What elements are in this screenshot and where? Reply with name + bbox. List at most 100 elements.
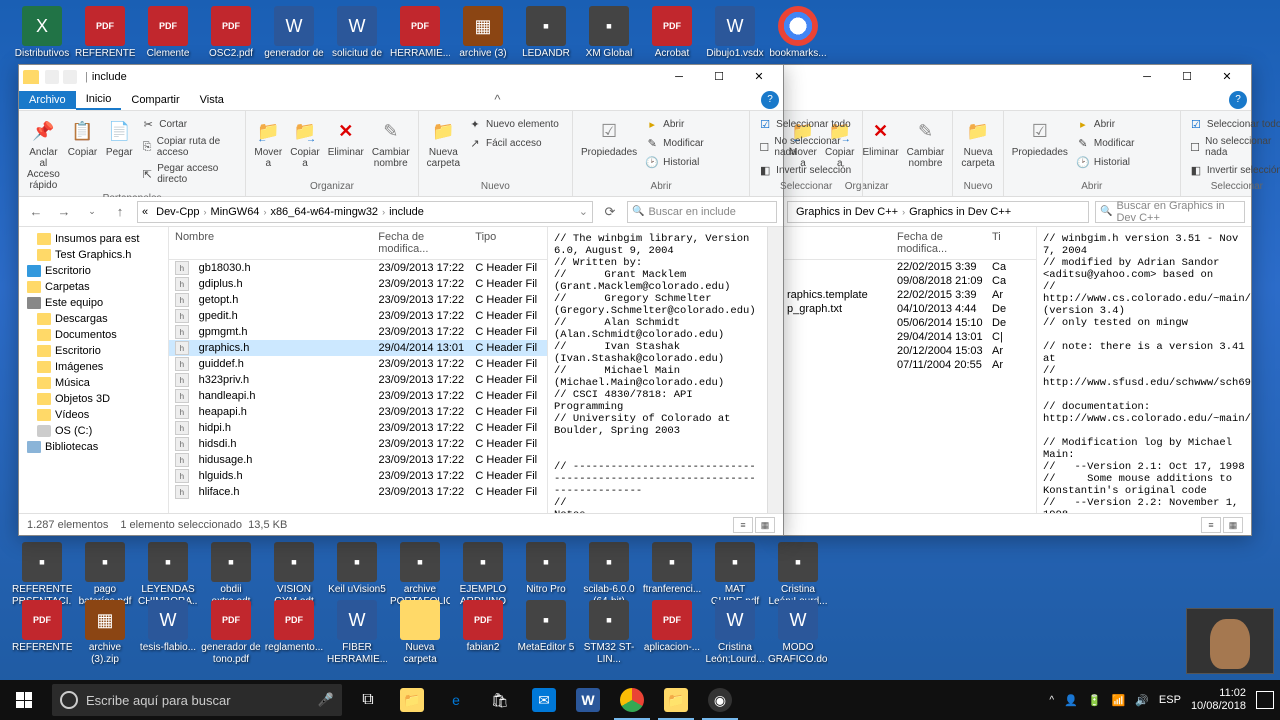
nav-item[interactable]: Descargas — [19, 311, 168, 327]
column-date[interactable]: Fecha de modifica... — [372, 227, 469, 259]
file-row[interactable]: gpedit.h23/09/2013 17:22C Header Fil — [169, 308, 547, 324]
forward-button[interactable]: → — [53, 201, 75, 223]
language-indicator[interactable]: ESP — [1159, 694, 1181, 706]
desktop-icon[interactable]: ▪scilab-6.0.0 (64-bit) — [579, 542, 639, 608]
desktop-icon[interactable]: bookmarks... — [768, 6, 828, 60]
desktop-icon[interactable]: Wtesis-flabio... — [138, 600, 198, 654]
select-none-button[interactable]: ☐No seleccionar nada — [756, 134, 856, 160]
properties-button[interactable]: ☑Propiedades — [579, 115, 639, 160]
navigation-pane[interactable]: Insumos para estTest Graphics.hEscritori… — [19, 227, 169, 513]
nav-item[interactable]: Escritorio — [19, 343, 168, 359]
file-row[interactable]: hidsdi.h23/09/2013 17:22C Header Fil — [169, 436, 547, 452]
desktop-icon[interactable]: WDibujo1.vsdx — [705, 6, 765, 60]
nav-item[interactable]: Este equipo — [19, 295, 168, 311]
desktop-icon[interactable]: PDFaplicacion-... — [642, 600, 702, 654]
file-row[interactable]: 29/04/2014 13:01C| — [781, 330, 1036, 344]
invert-selection-button[interactable]: ◧Invertir selección — [1187, 161, 1280, 179]
titlebar[interactable]: ─ ☐ ✕ — [781, 65, 1251, 89]
minimize-button[interactable]: ─ — [659, 65, 699, 89]
desktop-icon[interactable]: Nueva carpeta — [390, 600, 450, 666]
desktop-icon[interactable]: PDFClemente — [138, 6, 198, 60]
desktop-icon[interactable]: PDFAcrobat — [642, 6, 702, 60]
desktop-icon[interactable]: PDFREFERENTE — [75, 6, 135, 60]
copy-to-button[interactable]: 📁Copiar a — [288, 115, 321, 171]
file-row[interactable]: gdiplus.h23/09/2013 17:22C Header Fil — [169, 276, 547, 292]
action-center-button[interactable] — [1256, 691, 1274, 709]
tab-home[interactable]: Inicio — [76, 90, 122, 110]
desktop-icon[interactable]: ▪XM Global — [579, 6, 639, 60]
taskbar-search[interactable]: Escribe aquí para buscar🎤 — [52, 684, 342, 716]
file-row[interactable]: p_graph.txt04/10/2013 4:44De — [781, 302, 1036, 316]
wifi-icon[interactable]: 📶 — [1112, 694, 1126, 707]
desktop-icon[interactable]: ▪MetaEditor 5 — [516, 600, 576, 654]
close-button[interactable]: ✕ — [739, 65, 779, 89]
desktop-icon[interactable]: Wsolicitud de — [327, 6, 387, 60]
file-row[interactable]: hidusage.h23/09/2013 17:22C Header Fil — [169, 452, 547, 468]
desktop-icon[interactable]: ▪archive PORTAFOLIO — [390, 542, 450, 608]
task-view-button[interactable]: ⧉ — [346, 680, 390, 720]
up-button[interactable]: ↑ — [109, 201, 131, 223]
file-row[interactable]: h323priv.h23/09/2013 17:22C Header Fil — [169, 372, 547, 388]
desktop-icon[interactable]: PDFgenerador de tono.pdf — [201, 600, 261, 666]
refresh-button[interactable]: ⟳ — [599, 201, 621, 223]
file-row[interactable]: heapapi.h23/09/2013 17:22C Header Fil — [169, 404, 547, 420]
nav-item[interactable]: Objetos 3D — [19, 391, 168, 407]
nav-item[interactable]: Carpetas — [19, 279, 168, 295]
column-type[interactable]: Tipo — [469, 227, 547, 259]
volume-icon[interactable]: 🔊 — [1135, 694, 1149, 707]
maximize-button[interactable]: ☐ — [699, 65, 739, 89]
history-button[interactable]: 🕑Historial — [1074, 153, 1174, 171]
file-row[interactable]: raphics.template22/02/2015 3:39Ar — [781, 288, 1036, 302]
history-button[interactable]: 🕑Historial — [643, 153, 743, 171]
desktop-icon[interactable]: ▦archive (3) — [453, 6, 513, 60]
desktop-icon[interactable]: XDistributivos — [12, 6, 72, 60]
paste-button[interactable]: 📄Pegar — [103, 115, 135, 160]
file-row[interactable]: 09/08/2018 21:09Ca — [781, 274, 1036, 288]
collapse-ribbon-button[interactable]: ^ — [488, 92, 506, 107]
desktop-icon[interactable]: WMODO GRAFICO.doc — [768, 600, 828, 666]
column-date[interactable]: Fecha de modifica... — [891, 227, 986, 259]
tab-share[interactable]: Compartir — [121, 91, 189, 109]
nav-item[interactable]: Test Graphics.h — [19, 247, 168, 263]
search-input[interactable]: Buscar en include — [627, 201, 777, 223]
tray-icon[interactable]: 👤 — [1064, 694, 1078, 707]
taskbar-store[interactable]: 🛍 — [478, 680, 522, 720]
copy-button[interactable]: 📋Copiar — [66, 115, 99, 160]
scrollbar[interactable] — [767, 227, 783, 513]
desktop-icon[interactable]: ▪MAT GUIDE.pdf — [705, 542, 765, 608]
view-icons-button[interactable]: ▦ — [755, 517, 775, 533]
back-button[interactable]: ← — [25, 201, 47, 223]
desktop-icon[interactable]: Wgenerador de — [264, 6, 324, 60]
nav-item[interactable]: Imágenes — [19, 359, 168, 375]
maximize-button[interactable]: ☐ — [1167, 65, 1207, 89]
rename-button[interactable]: ✎Cambiar nombre — [370, 115, 412, 171]
file-row[interactable]: getopt.h23/09/2013 17:22C Header Fil — [169, 292, 547, 308]
nav-item[interactable]: Bibliotecas — [19, 439, 168, 455]
new-folder-button[interactable]: 📁Nueva carpeta — [425, 115, 462, 171]
desktop-icon[interactable]: PDFreglamento... — [264, 600, 324, 654]
tab-view[interactable]: Vista — [190, 91, 234, 109]
taskbar-chrome[interactable] — [610, 680, 654, 720]
new-item-button[interactable]: ✦Nuevo elemento — [466, 115, 566, 133]
nav-item[interactable]: Música — [19, 375, 168, 391]
easy-access-button[interactable]: ↗Fácil acceso — [466, 134, 566, 152]
tray-overflow-button[interactable]: ^ — [1049, 695, 1054, 706]
desktop-icon[interactable]: ▦archive (3).zip — [75, 600, 135, 666]
taskbar-edge[interactable]: e — [434, 680, 478, 720]
file-row[interactable]: graphics.h29/04/2014 13:01C Header Fil — [169, 340, 547, 356]
breadcrumb[interactable]: Graphics in Dev C++› Graphics in Dev C++ — [787, 201, 1089, 223]
edit-button[interactable]: ✎Modificar — [1074, 134, 1174, 152]
nav-item[interactable]: Documentos — [19, 327, 168, 343]
rename-button[interactable]: ✎Cambiar nombre — [905, 115, 947, 171]
taskbar-word[interactable]: W — [566, 680, 610, 720]
recent-button[interactable]: ⌄ — [81, 201, 103, 223]
desktop-icon[interactable]: ▪ftranferenci... — [642, 542, 702, 596]
view-icons-button[interactable]: ▦ — [1223, 517, 1243, 533]
desktop-icon[interactable]: ▪pago baterías.pdf — [75, 542, 135, 608]
file-row[interactable]: 07/11/2004 20:55Ar — [781, 358, 1036, 372]
copy-path-button[interactable]: ⎘Copiar ruta de acceso — [139, 134, 239, 160]
properties-button[interactable]: ☑Propiedades — [1010, 115, 1070, 160]
taskbar-mail[interactable]: ✉ — [522, 680, 566, 720]
taskbar-folder[interactable]: 📁 — [390, 680, 434, 720]
desktop-icon[interactable]: PDFHERRAMIE... — [390, 6, 450, 60]
